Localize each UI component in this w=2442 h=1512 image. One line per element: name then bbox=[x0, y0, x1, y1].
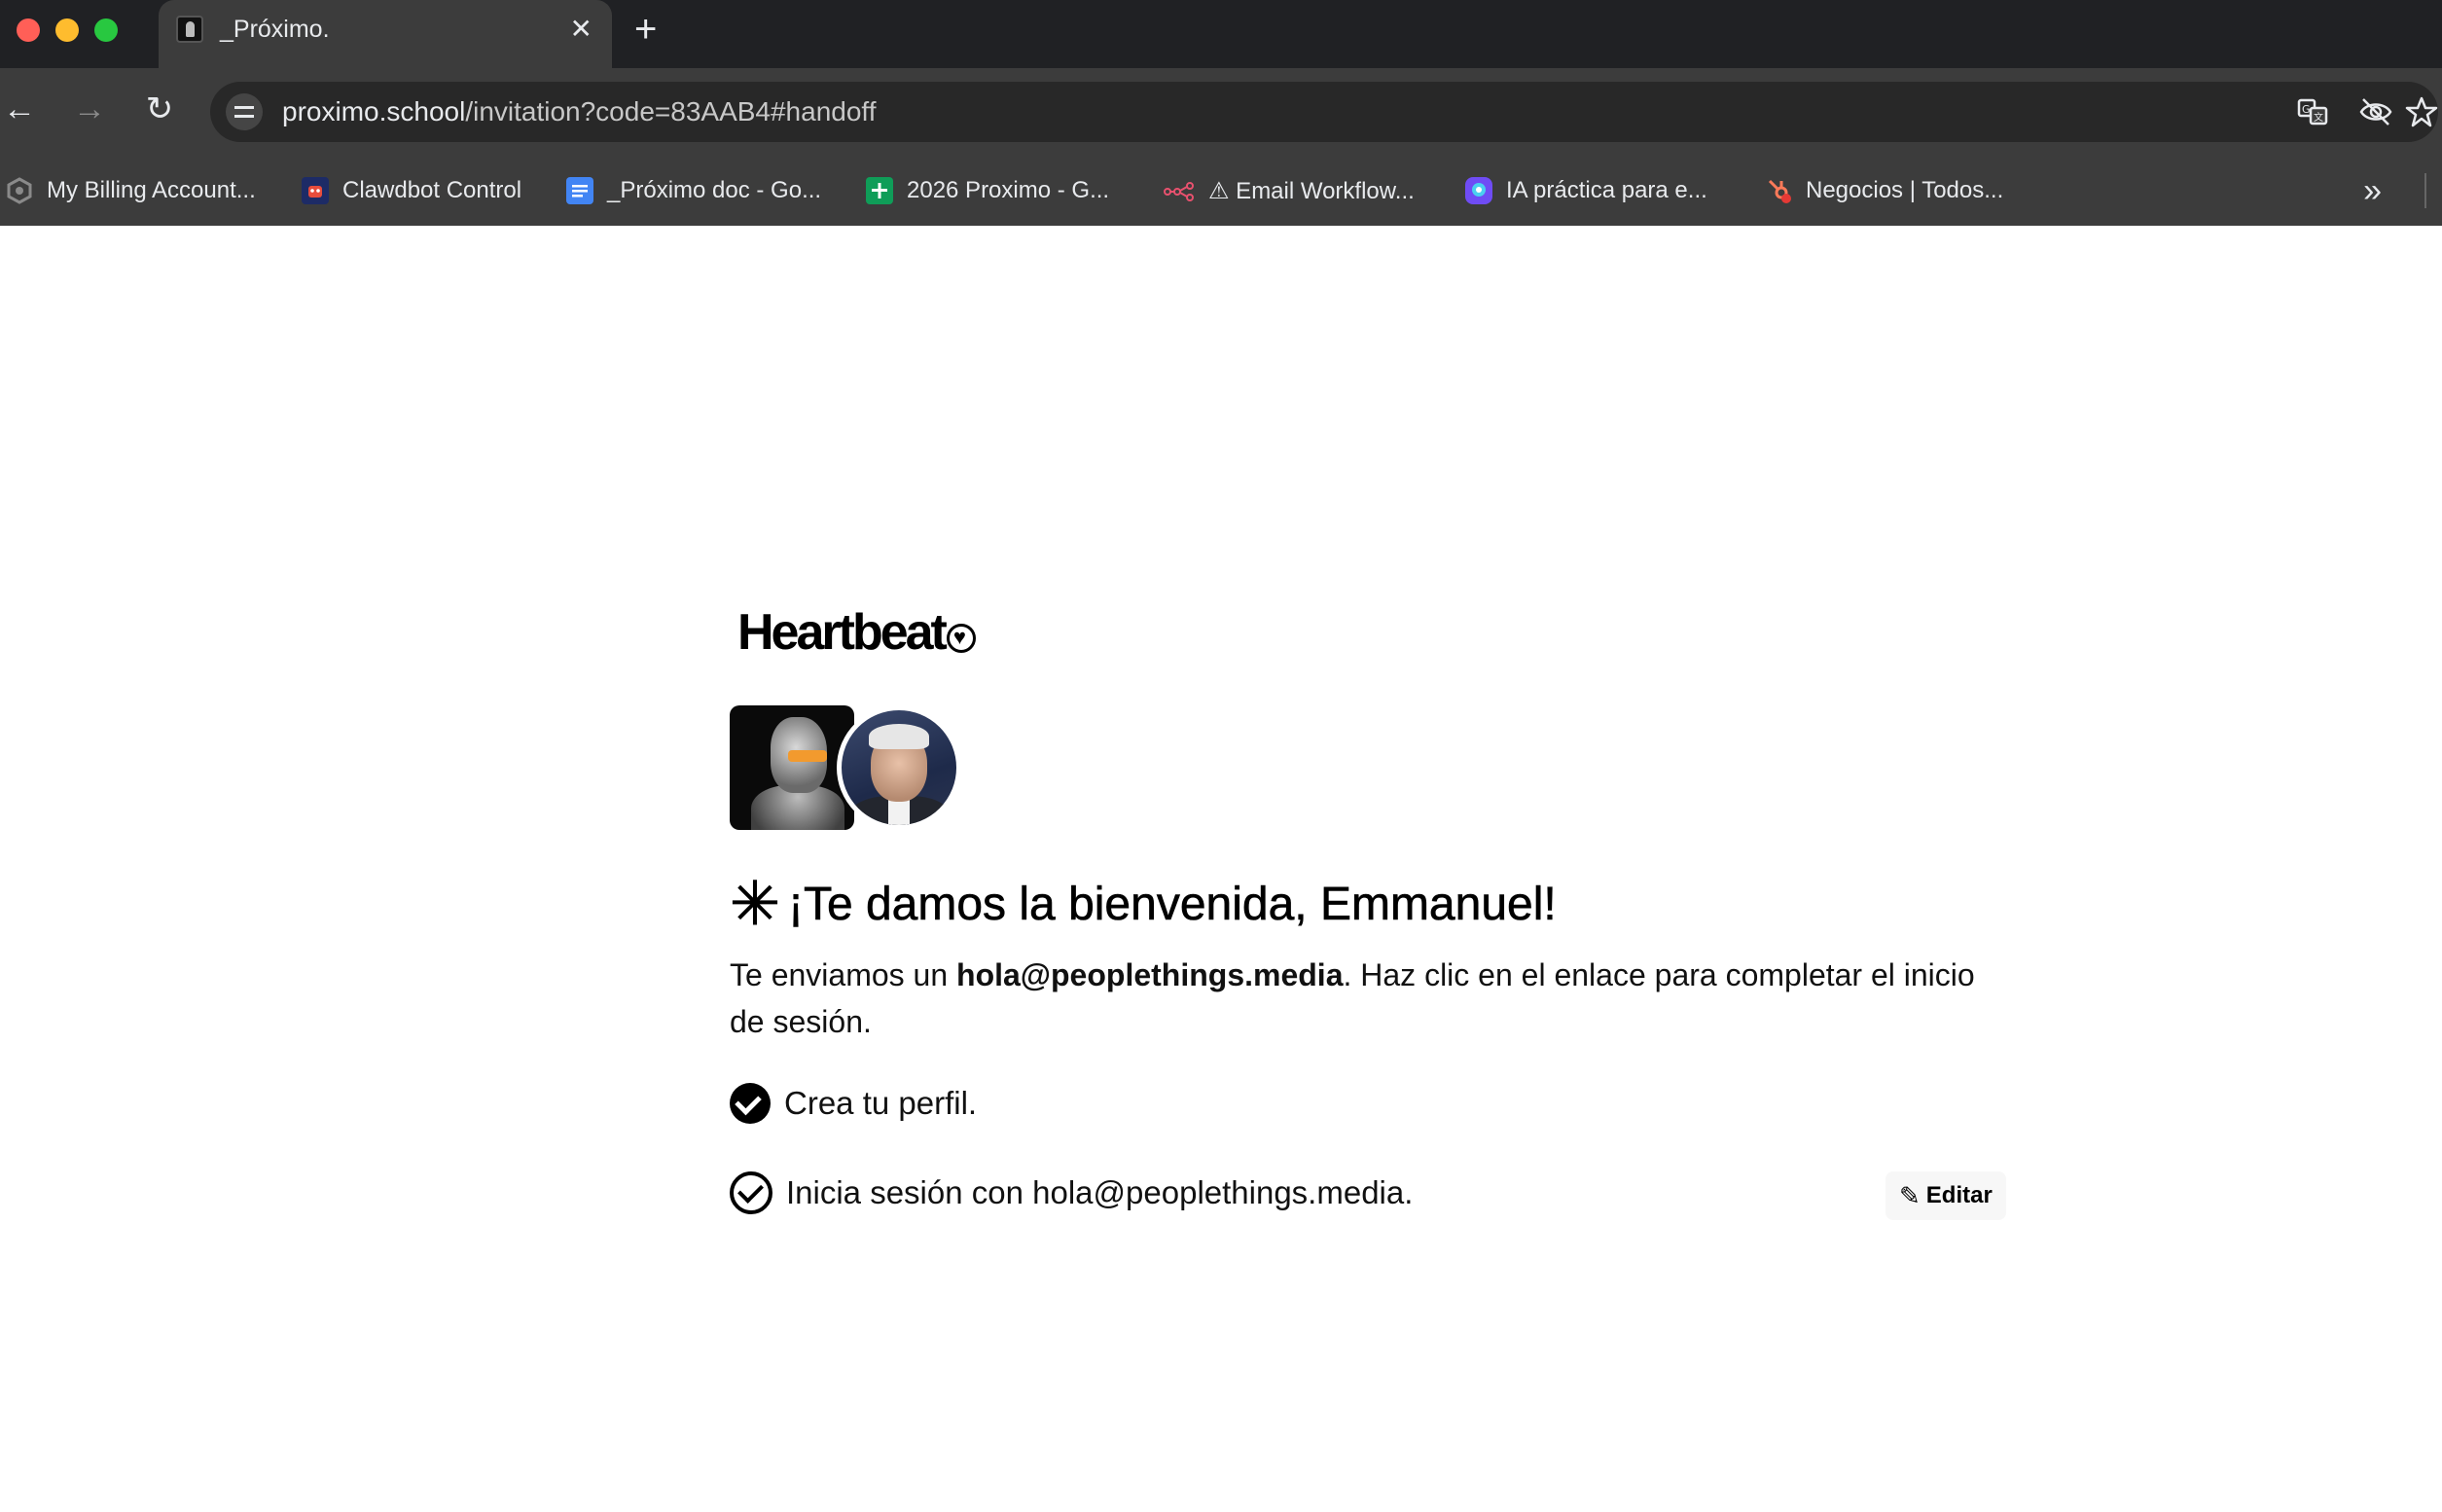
tab-strip: _Próximo. ✕ + bbox=[0, 0, 2442, 68]
bookmark-label: Negocios | Todos... bbox=[1806, 177, 2004, 203]
step-sign-in: Inicia sesión con hola@peoplethings.medi… bbox=[730, 1171, 1413, 1214]
bookmark-negocios[interactable]: Negocios | Todos... bbox=[1765, 173, 2003, 208]
step-create-profile: Crea tu perfil. bbox=[730, 1083, 977, 1124]
check-outline-icon bbox=[730, 1171, 772, 1214]
bookmark-label: 2026 Proximo - G... bbox=[907, 177, 1110, 203]
bookmark-proximo-sheet[interactable]: 2026 Proximo - G... bbox=[866, 173, 1109, 208]
svg-text:文: 文 bbox=[2314, 111, 2323, 124]
pencil-icon: ✎ bbox=[1899, 1181, 1921, 1210]
bookmark-ia-practica[interactable]: IA práctica para e... bbox=[1465, 173, 1707, 208]
person-hair bbox=[869, 724, 929, 749]
bookmark-label: Clawdbot Control bbox=[342, 177, 522, 203]
bookmark-label: IA práctica para e... bbox=[1506, 177, 1707, 203]
bookmark-label: _Próximo doc - Go... bbox=[607, 177, 822, 203]
billing-icon bbox=[6, 177, 33, 204]
google-docs-icon bbox=[566, 177, 593, 204]
svg-text:G: G bbox=[2302, 103, 2311, 116]
step-label: Inicia sesión con hola@peoplethings.medi… bbox=[786, 1174, 1414, 1210]
desc-prefix: Te enviamos un bbox=[730, 957, 957, 992]
reload-button[interactable]: ↻ bbox=[140, 90, 179, 128]
avatar-statue bbox=[730, 705, 854, 830]
heart-icon bbox=[946, 623, 976, 653]
tab-favicon-icon bbox=[176, 16, 203, 43]
forward-button[interactable]: → bbox=[70, 90, 109, 128]
check-filled-icon bbox=[730, 1083, 771, 1124]
tab-close-icon[interactable]: ✕ bbox=[570, 14, 593, 45]
bookmarks-bar: My Billing Account... Clawdbot Control _… bbox=[0, 158, 2442, 226]
workflow-icon bbox=[1164, 177, 1195, 204]
bookmark-star-icon[interactable] bbox=[2405, 95, 2438, 128]
avatar-group bbox=[730, 705, 963, 832]
edit-label: Editar bbox=[1925, 1182, 1993, 1208]
close-window-button[interactable] bbox=[17, 18, 40, 42]
bookmark-billing[interactable]: My Billing Account... bbox=[6, 173, 256, 208]
bookmark-clawdbot[interactable]: Clawdbot Control bbox=[302, 173, 521, 208]
address-bar[interactable]: proximo.school/invitation?code=83AAB4#ha… bbox=[210, 82, 2438, 142]
url-host: proximo.school bbox=[282, 96, 466, 126]
bookmark-email-workflow[interactable]: ⚠ Email Workflow... bbox=[1164, 173, 1415, 208]
bookmarks-divider bbox=[2424, 173, 2426, 208]
desc-email: hola@peoplethings.media bbox=[956, 957, 1344, 992]
bookmark-label: My Billing Account... bbox=[47, 177, 256, 203]
eye-off-icon[interactable] bbox=[2358, 95, 2392, 128]
ia-icon bbox=[1465, 177, 1492, 204]
avatar-person bbox=[837, 705, 961, 830]
url-text[interactable]: proximo.school/invitation?code=83AAB4#ha… bbox=[282, 95, 876, 128]
asterisk-icon: ✳ bbox=[730, 871, 781, 938]
google-sheets-icon bbox=[866, 177, 893, 204]
statue-sunglasses bbox=[788, 750, 827, 762]
clawdbot-icon bbox=[302, 177, 329, 204]
url-path: /invitation?code=83AAB4#handoff bbox=[465, 96, 877, 126]
tab-title: _Próximo. bbox=[220, 16, 330, 43]
hubspot-icon bbox=[1765, 177, 1792, 204]
bookmark-label: ⚠ Email Workflow... bbox=[1208, 177, 1415, 204]
new-tab-button[interactable]: + bbox=[634, 10, 657, 49]
heartbeat-logo: Heartbeat bbox=[737, 603, 976, 662]
bookmark-proximo-doc[interactable]: _Próximo doc - Go... bbox=[566, 173, 821, 208]
toolbar: ← → ↻ proximo.school/invitation?code=83A… bbox=[0, 68, 2442, 158]
welcome-heading: ✳ ¡Te damos la bienvenida, Emmanuel! bbox=[730, 871, 1558, 938]
site-info-icon[interactable] bbox=[226, 93, 263, 130]
minimize-window-button[interactable] bbox=[55, 18, 79, 42]
more-bookmarks-icon[interactable]: » bbox=[2363, 171, 2382, 210]
browser-chrome: _Próximo. ✕ + ← → ↻ proximo.school/invit… bbox=[0, 0, 2442, 226]
logo-text: Heartbeat bbox=[737, 604, 948, 661]
welcome-heading-text: ¡Te damos la bienvenida, Emmanuel! bbox=[787, 879, 1557, 931]
translate-icon[interactable]: G 文 bbox=[2296, 95, 2329, 128]
edit-button[interactable]: ✎ Editar bbox=[1885, 1171, 2006, 1220]
back-button[interactable]: ← bbox=[0, 90, 39, 128]
tab-proximo[interactable]: _Próximo. ✕ bbox=[159, 0, 612, 68]
maximize-window-button[interactable] bbox=[94, 18, 118, 42]
login-description: Te enviamos un hola@peoplethings.media. … bbox=[730, 952, 2014, 1045]
step-label: Crea tu perfil. bbox=[784, 1085, 978, 1121]
